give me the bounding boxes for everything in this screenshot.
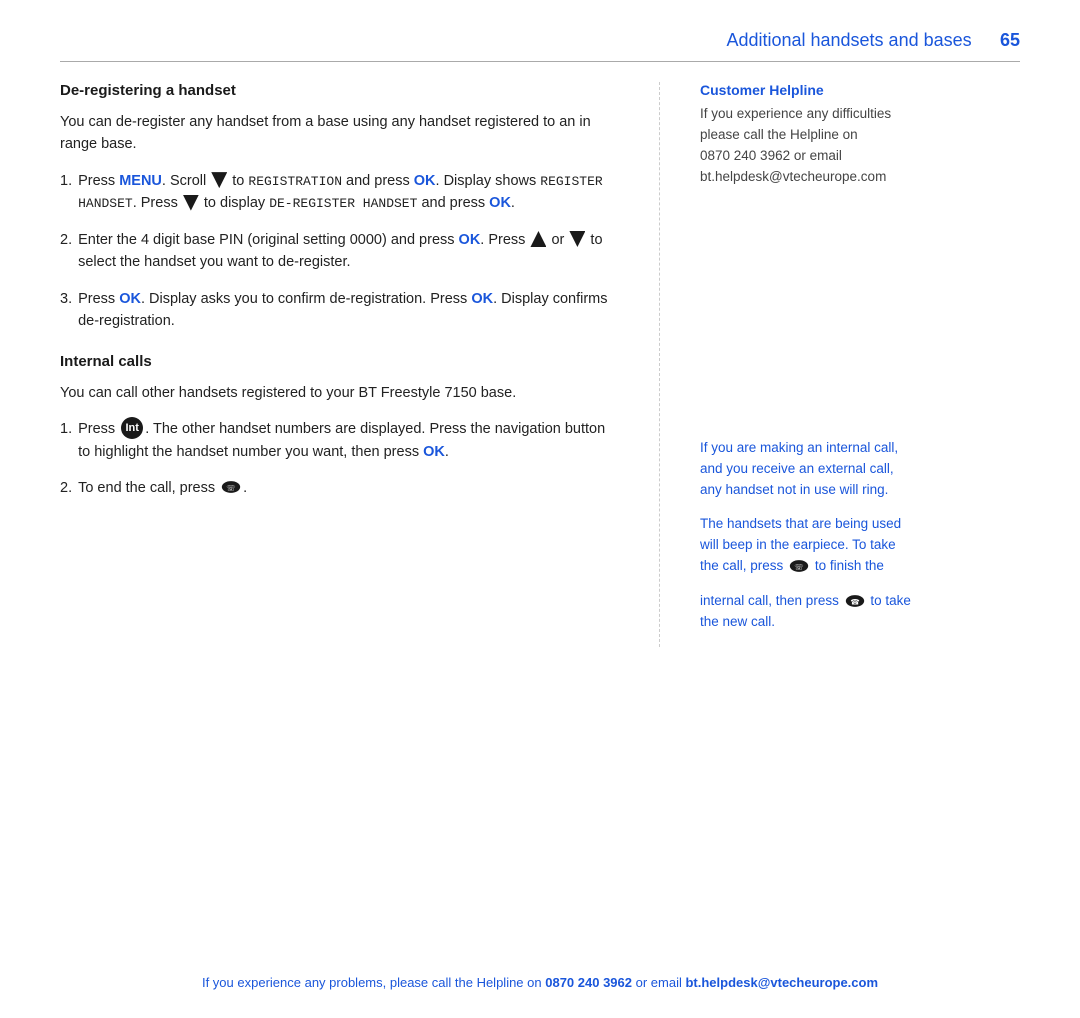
sidebar-internal-notes: If you are making an internal call, and … [700, 438, 1020, 633]
header-divider [60, 61, 1020, 62]
section-internal-calls: Internal calls You can call other handse… [60, 353, 619, 500]
display-text-registration: REGISTRATION [248, 174, 342, 189]
deregister-step-2: 2. Enter the 4 digit base PIN (original … [60, 229, 619, 274]
menu-keyword: MENU [119, 173, 162, 189]
section-deregister-heading: De-registering a handset [60, 82, 619, 99]
ok-keyword-2: OK [489, 195, 511, 211]
internal-step-2: 2. To end the call, press ☏ . [60, 477, 619, 499]
int-button-icon: Int [121, 417, 143, 439]
ok-keyword-6: OK [423, 444, 445, 460]
end-call-icon-sidebar: ☏ [789, 559, 809, 573]
helpline-title: Customer Helpline [700, 82, 1020, 98]
page-number: 65 [1000, 30, 1020, 51]
arrow-up-icon [530, 231, 546, 247]
deregister-step-3: 3. Press OK. Display asks you to confirm… [60, 288, 619, 333]
ok-keyword-4: OK [119, 291, 141, 307]
customer-helpline-box: Customer Helpline If you experience any … [700, 82, 1020, 188]
internal-step-1: 1. Press Int. The other handset numbers … [60, 418, 619, 463]
helpline-line3: 0870 240 3962 or email [700, 148, 842, 163]
section-internal-intro: You can call other handsets registered t… [60, 382, 619, 404]
footer-prefix: If you experience any problems, please c… [202, 975, 545, 990]
chapter-title: Additional handsets and bases [726, 30, 971, 51]
ok-keyword-3: OK [459, 232, 481, 248]
footer: If you experience any problems, please c… [60, 975, 1020, 990]
internal-calls-steps: 1. Press Int. The other handset numbers … [60, 418, 619, 499]
deregister-steps: 1. Press MENU. Scroll to REGISTRATION an… [60, 170, 619, 333]
footer-middle: or email [632, 975, 685, 990]
end-call-icon: ☏ [221, 480, 241, 494]
helpline-text: If you experience any difficulties pleas… [700, 104, 1020, 188]
section-deregister: De-registering a handset You can de-regi… [60, 82, 619, 333]
ok-keyword-5: OK [471, 291, 493, 307]
footer-phone: 0870 240 3962 [545, 975, 632, 990]
sidebar-note-2: The handsets that are being used will be… [700, 514, 1020, 577]
footer-email: bt.helpdesk@vtecheurope.com [685, 975, 878, 990]
sidebar-note-1: If you are making an internal call, and … [700, 438, 1020, 501]
arrow-down-icon-3 [569, 231, 585, 247]
sidebar-note-3: internal call, then press ☎ to take the … [700, 591, 1020, 633]
page-header: Additional handsets and bases 65 [60, 0, 1020, 61]
display-text-deregister-handset: DE-REGISTER HANDSET [269, 196, 417, 211]
right-column: Customer Helpline If you experience any … [660, 82, 1020, 647]
helpline-line1: If you experience any difficulties [700, 106, 891, 121]
helpline-line2: please call the Helpline on [700, 127, 858, 142]
ok-keyword: OK [414, 173, 436, 189]
page-container: Additional handsets and bases 65 De-regi… [0, 0, 1080, 1018]
answer-call-icon-sidebar: ☎ [845, 594, 865, 608]
left-column: De-registering a handset You can de-regi… [60, 82, 660, 647]
section-deregister-intro: You can de-register any handset from a b… [60, 111, 619, 156]
section-internal-heading: Internal calls [60, 353, 619, 370]
arrow-down-icon-2 [183, 195, 199, 211]
svg-text:☏: ☏ [794, 562, 804, 571]
content-area: De-registering a handset You can de-regi… [60, 82, 1020, 647]
deregister-step-1: 1. Press MENU. Scroll to REGISTRATION an… [60, 170, 619, 215]
svg-text:☎: ☎ [850, 597, 860, 606]
svg-text:☏: ☏ [226, 484, 236, 493]
helpline-line4: bt.helpdesk@vtecheurope.com [700, 169, 886, 184]
arrow-down-icon [211, 172, 227, 188]
